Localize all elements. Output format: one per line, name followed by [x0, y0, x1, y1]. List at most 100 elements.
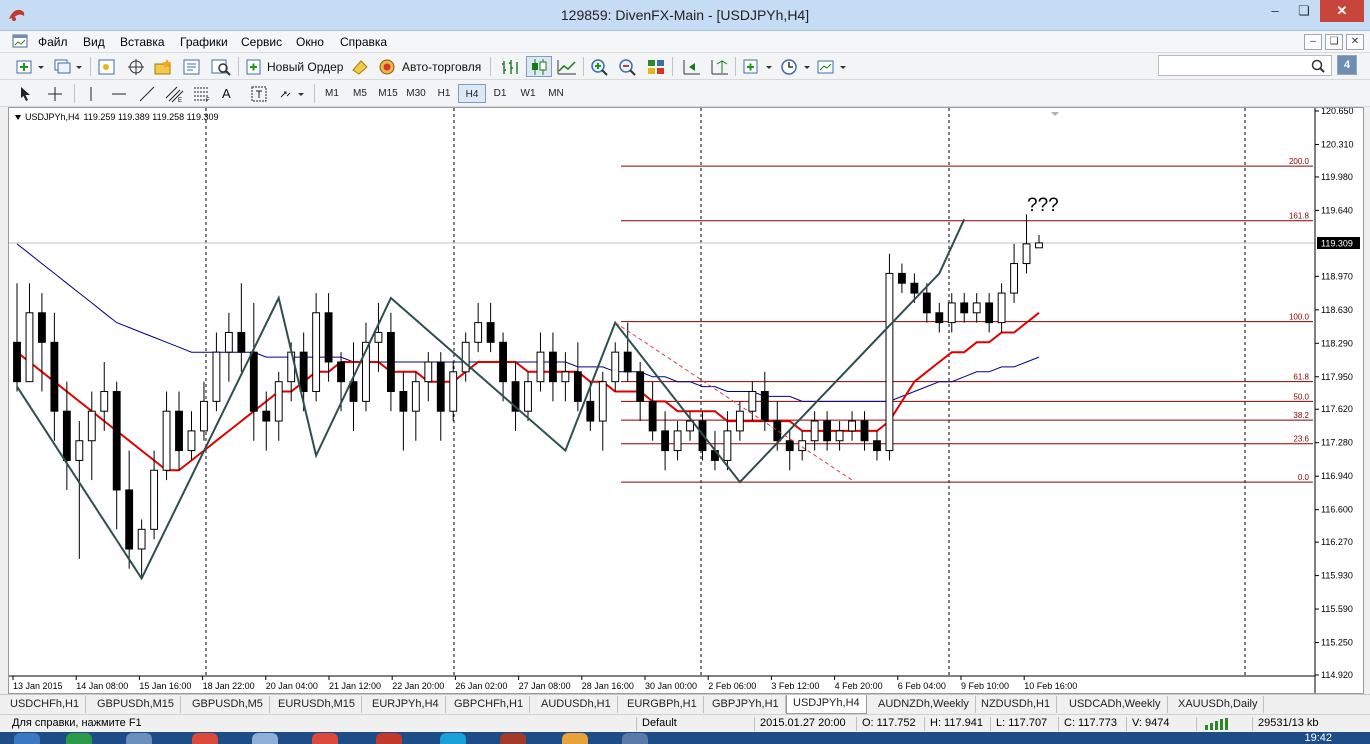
fibonacci-tool-button[interactable]: F — [192, 83, 212, 104]
search-icon[interactable] — [1311, 59, 1325, 73]
timeframe-m5[interactable]: M5 — [346, 84, 374, 103]
x-tick-label: 6 Feb 04:00 — [898, 681, 946, 691]
bar-chart-button[interactable] — [499, 56, 521, 77]
menu-window[interactable]: Окно — [296, 31, 324, 53]
tab-audusdh-h1[interactable]: AUDUSDh,H1 — [535, 696, 618, 713]
y-tick-label: 117.280 — [1321, 438, 1353, 448]
candlestick-button[interactable] — [526, 56, 552, 77]
status-bar: Для справки, нажмите F1 Default 2015.01.… — [0, 714, 1370, 732]
menu-file[interactable]: Файл — [38, 31, 68, 53]
mdi-close-button[interactable]: ✕ — [1346, 34, 1364, 50]
menu-insert[interactable]: Вставка — [120, 31, 165, 53]
taskbar-app-icon[interactable] — [562, 733, 588, 744]
taskbar-app-icon[interactable] — [312, 733, 338, 744]
taskbar-app-icon[interactable] — [440, 733, 466, 744]
tile-windows-button[interactable] — [646, 56, 666, 77]
taskbar-app-icon[interactable] — [376, 733, 402, 744]
profiles-button[interactable] — [54, 56, 84, 77]
notifications-badge-button[interactable]: 4 — [1337, 55, 1357, 75]
taskbar-app-icon[interactable] — [66, 733, 92, 744]
os-taskbar: 19:42 — [0, 732, 1370, 744]
vertical-line-tool-button[interactable] — [82, 83, 100, 104]
trendline-tool-button[interactable] — [138, 83, 156, 104]
status-datetime: 2015.01.27 20:00 — [760, 717, 846, 729]
tab-xauusdh-daily[interactable]: XAUUSDh,Daily — [1172, 696, 1265, 713]
connection-bars-icon — [1205, 718, 1228, 730]
tab-gbpusdh-m15[interactable]: GBPUSDh,M15 — [91, 696, 182, 713]
status-profile[interactable]: Default — [642, 717, 677, 729]
candle-body — [810, 420, 819, 442]
market-watch-button[interactable] — [97, 56, 117, 77]
tab-usdjpyh-h4[interactable]: USDJPYh,H4 — [786, 695, 867, 714]
tab-usdchfh-h1[interactable]: USDCHFh,H1 — [4, 696, 87, 713]
timeframe-m30[interactable]: M30 — [402, 84, 430, 103]
candle-body — [411, 381, 420, 412]
horizontal-line-tool-button[interactable] — [110, 83, 128, 104]
data-window-button[interactable] — [126, 56, 146, 77]
tab-gbpjpyh-h1[interactable]: GBPJPYh,H1 — [706, 696, 786, 713]
timeframe-h4[interactable]: H4 — [458, 84, 486, 103]
search-input[interactable] — [1158, 55, 1332, 76]
periods-button[interactable] — [780, 56, 814, 77]
candle-body — [573, 371, 582, 402]
menu-view[interactable]: Вид — [83, 31, 105, 53]
price-chart[interactable]: 200.0 161.8 100.0 61.8 50.0 38.2 23.6 0.0 120.6… — [9, 108, 1363, 693]
taskbar-app-icon[interactable] — [192, 733, 218, 744]
candle-body — [25, 312, 34, 383]
timeframe-w1[interactable]: W1 — [514, 84, 542, 103]
text-label-tool-button[interactable] — [250, 83, 268, 104]
tab-usdcadh-weekly[interactable]: USDCADh,Weekly — [1063, 696, 1168, 713]
text-tool-button[interactable]: A — [222, 83, 231, 104]
minimize-button[interactable]: – — [1260, 0, 1290, 22]
taskbar-app-icon[interactable] — [622, 733, 648, 744]
templates-button[interactable] — [816, 56, 850, 77]
chart-window[interactable]: 200.0 161.8 100.0 61.8 50.0 38.2 23.6 0.0 120.6… — [8, 107, 1364, 694]
menu-tools[interactable]: Сервис — [241, 31, 282, 53]
chart-annotation-text[interactable]: ??? — [1027, 195, 1059, 216]
equidistant-channel-button[interactable]: E — [164, 83, 184, 104]
chart-menu-triangle-icon[interactable] — [15, 115, 21, 120]
mdi-restore-button[interactable]: ❏ — [1325, 34, 1343, 50]
taskbar-app-icon[interactable] — [252, 733, 278, 744]
tab-audnzdh-weekly[interactable]: AUDNZDh,Weekly — [872, 696, 976, 713]
cursor-tool-button[interactable] — [18, 83, 34, 104]
tab-eurusdh-m15[interactable]: EURUSDh,M15 — [272, 696, 363, 713]
autoscroll-button[interactable] — [708, 56, 730, 77]
metaeditor-button[interactable] — [350, 56, 370, 77]
x-tick-label: 18 Jan 22:00 — [203, 681, 255, 691]
new-order-button[interactable]: Новый Ордер — [245, 56, 343, 77]
candle-body — [299, 351, 308, 393]
taskbar-app-icon[interactable] — [126, 733, 152, 744]
strategy-tester-button[interactable] — [210, 56, 232, 77]
auto-trading-button[interactable]: Авто-торговля — [378, 56, 481, 77]
line-chart-button[interactable] — [556, 56, 578, 77]
mdi-minimize-button[interactable]: – — [1304, 34, 1322, 50]
terminal-button[interactable] — [182, 56, 202, 77]
tab-gbpchfh-h1[interactable]: GBPCHFh,H1 — [448, 696, 531, 713]
tab-nzdusdh-h1[interactable]: NZDUSDh,H1 — [975, 696, 1058, 713]
tab-gbpusdh-m5[interactable]: GBPUSDh,M5 — [186, 696, 270, 713]
menu-charts[interactable]: Графики — [180, 31, 228, 53]
timeframe-h1[interactable]: H1 — [430, 84, 458, 103]
close-button[interactable]: ✕ — [1320, 0, 1364, 22]
arrows-tool-button[interactable] — [278, 83, 306, 104]
indicators-button[interactable] — [742, 56, 776, 77]
navigator-button[interactable] — [153, 56, 175, 77]
tab-eurgbph-h1[interactable]: EURGBPh,H1 — [621, 696, 704, 713]
new-chart-button[interactable] — [16, 56, 46, 77]
taskbar-app-icon[interactable] — [500, 733, 526, 744]
candle-body — [249, 351, 258, 412]
timeframe-mn[interactable]: MN — [542, 84, 570, 103]
zoom-out-button[interactable] — [618, 56, 638, 77]
tab-eurjpyh-h4[interactable]: EURJPYh,H4 — [366, 696, 446, 713]
timeframe-d1[interactable]: D1 — [486, 84, 514, 103]
crosshair-tool-button[interactable] — [46, 83, 64, 104]
menu-help[interactable]: Справка — [340, 31, 387, 53]
start-button-icon[interactable] — [14, 733, 40, 744]
maximize-button[interactable]: ❏ — [1290, 0, 1318, 22]
zoom-in-button[interactable] — [590, 56, 610, 77]
chart-shift-button[interactable] — [680, 56, 702, 77]
timeframe-m15[interactable]: M15 — [374, 84, 402, 103]
timeframe-m1[interactable]: M1 — [318, 84, 346, 103]
candle-body — [13, 341, 21, 383]
